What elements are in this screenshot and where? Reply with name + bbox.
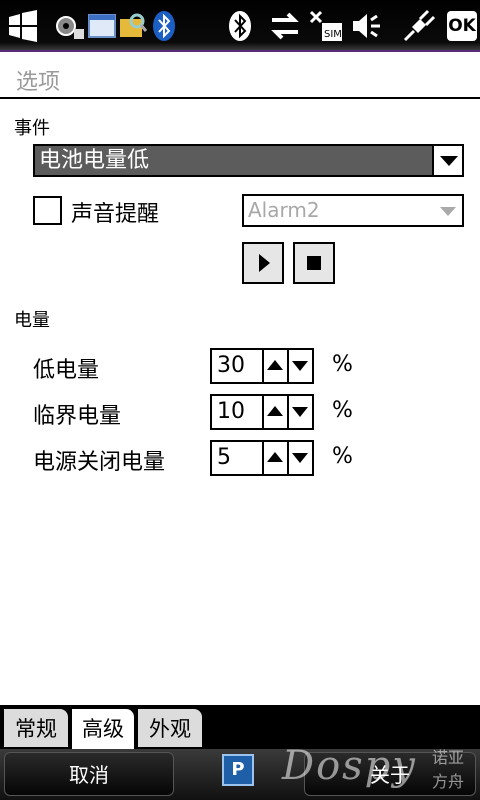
app-settings-icon[interactable] — [52, 9, 86, 43]
increment-arrow-icon[interactable] — [262, 396, 287, 428]
tab-appearance[interactable]: 外观 — [136, 707, 204, 749]
low-battery-value[interactable]: 30 — [217, 350, 245, 382]
ok-button[interactable]: OK — [447, 11, 477, 41]
increment-arrow-icon[interactable] — [262, 350, 287, 382]
status-bar: SIM OK — [0, 0, 480, 52]
power-off-battery-label: 电源关闭电量 — [33, 450, 166, 475]
events-section-label: 事件 — [14, 118, 50, 139]
play-button[interactable] — [242, 242, 284, 284]
cancel-button[interactable]: 取消 — [4, 752, 174, 796]
page-title: 选项 — [16, 70, 61, 95]
critical-battery-stepper[interactable]: 10 — [210, 394, 314, 430]
increment-arrow-icon[interactable] — [262, 442, 287, 474]
about-button[interactable]: 关于 — [304, 752, 476, 796]
decrement-arrow-icon[interactable] — [287, 442, 312, 474]
event-dropdown-value: 电池电量低 — [39, 148, 150, 173]
percent-unit: % — [332, 398, 353, 423]
tab-general[interactable]: 常规 — [2, 707, 70, 749]
volume-off-icon[interactable] — [350, 9, 384, 43]
sound-dropdown-value: Alarm2 — [248, 198, 320, 222]
decrement-arrow-icon[interactable] — [287, 350, 312, 382]
sync-icon[interactable] — [268, 9, 302, 43]
chevron-down-icon — [440, 207, 456, 216]
no-sim-icon[interactable]: SIM — [308, 9, 344, 43]
sound-reminder-checkbox[interactable] — [33, 196, 62, 225]
title-divider — [0, 97, 480, 99]
stop-button[interactable] — [293, 242, 335, 284]
app-folder-search-icon[interactable] — [118, 9, 148, 43]
app-window-icon[interactable] — [86, 9, 120, 43]
event-dropdown[interactable]: 电池电量低 — [33, 144, 464, 177]
power-section-label: 电量 — [14, 310, 50, 331]
critical-battery-label: 临界电量 — [33, 404, 122, 429]
sound-dropdown: Alarm2 — [242, 194, 464, 227]
windows-start-icon[interactable] — [6, 9, 40, 43]
decrement-arrow-icon[interactable] — [287, 396, 312, 428]
percent-unit: % — [332, 352, 353, 377]
critical-battery-value[interactable]: 10 — [217, 396, 245, 428]
low-battery-label: 低电量 — [33, 358, 100, 383]
bluetooth-icon[interactable] — [150, 9, 178, 43]
softkey-bar: 取消 P 关于 — [0, 749, 480, 800]
power-off-battery-stepper[interactable]: 5 — [210, 440, 314, 476]
power-off-battery-value[interactable]: 5 — [217, 442, 231, 474]
charging-plug-icon[interactable] — [402, 9, 436, 43]
percent-unit: % — [332, 444, 353, 469]
tab-advanced[interactable]: 高级 — [70, 707, 136, 749]
svg-text:SIM: SIM — [324, 29, 342, 40]
tab-bar: 常规 高级 外观 — [0, 705, 480, 749]
input-panel-icon[interactable]: P — [222, 754, 254, 786]
chevron-down-icon[interactable] — [432, 146, 462, 175]
sound-reminder-label[interactable]: 声音提醒 — [71, 196, 159, 228]
bluetooth-icon[interactable] — [226, 9, 254, 43]
low-battery-stepper[interactable]: 30 — [210, 348, 314, 384]
